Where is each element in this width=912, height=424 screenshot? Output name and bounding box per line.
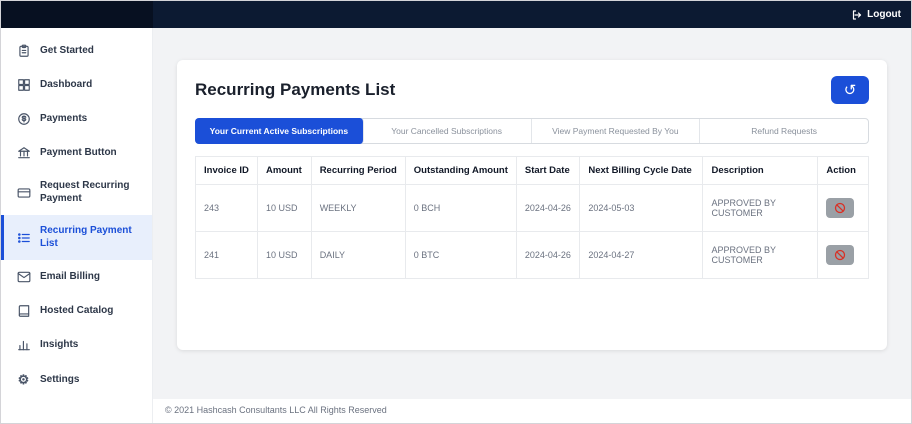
tab-refund-requests[interactable]: Refund Requests xyxy=(700,119,868,143)
table-row: 243 10 USD WEEKLY 0 BCH 2024-04-26 2024-… xyxy=(195,184,869,232)
recurring-payments-card: Recurring Payments List ↺ Your Current A… xyxy=(177,60,887,350)
copyright-text: © 2021 Hashcash Consultants LLC All Righ… xyxy=(153,399,911,423)
sidebar-item-recurring-payment-list[interactable]: Recurring Payment List xyxy=(1,215,152,260)
table-row: 241 10 USD DAILY 0 BTC 2024-04-26 2024-0… xyxy=(195,231,869,279)
cancel-subscription-button[interactable] xyxy=(826,245,855,265)
column-header-recurring-period: Recurring Period xyxy=(310,156,406,185)
subscription-tabs: Your Current Active Subscriptions Your C… xyxy=(195,118,869,144)
column-header-outstanding-amount: Outstanding Amount xyxy=(404,156,517,185)
column-header-amount: Amount xyxy=(256,156,312,185)
envelope-icon xyxy=(16,270,31,284)
cell-description: APPROVED BY CUSTOMER xyxy=(702,184,819,232)
card-header: Recurring Payments List ↺ xyxy=(195,76,869,104)
cell-outstanding-amount: 0 BCH xyxy=(404,184,517,232)
logout-label: Logout xyxy=(867,9,901,20)
refresh-button[interactable]: ↺ xyxy=(831,76,869,104)
sidebar-item-label: Hosted Catalog xyxy=(40,304,114,316)
cell-recurring-period: WEEKLY xyxy=(310,184,406,232)
tab-cancelled-subscriptions[interactable]: Your Cancelled Subscriptions xyxy=(363,119,532,143)
refresh-icon: ↺ xyxy=(843,81,857,99)
sidebar-item-label: Insights xyxy=(40,338,79,350)
app-window: Logout Get Started Dashboard Payments Pa… xyxy=(0,0,912,424)
sidebar-item-dashboard[interactable]: Dashboard xyxy=(1,68,152,102)
bar-chart-icon xyxy=(16,338,31,352)
list-icon xyxy=(16,231,31,245)
top-bar: Logout xyxy=(1,1,911,28)
grid-icon xyxy=(16,78,31,92)
sidebar-item-hosted-catalog[interactable]: Hosted Catalog xyxy=(1,294,152,328)
sidebar: Get Started Dashboard Payments Payment B… xyxy=(1,28,153,423)
cell-outstanding-amount: 0 BTC xyxy=(404,231,517,279)
ban-icon xyxy=(835,202,846,214)
sidebar-item-label: Dashboard xyxy=(40,78,93,90)
sidebar-item-label: Payments xyxy=(40,112,88,124)
gear-icon: ⚙ xyxy=(17,372,30,387)
cell-start-date: 2024-04-26 xyxy=(515,231,581,279)
sidebar-item-payments[interactable]: Payments xyxy=(1,102,152,136)
tab-payment-requested-by-you[interactable]: View Payment Requested By You xyxy=(532,119,701,143)
cell-action xyxy=(817,231,869,279)
cancel-subscription-button[interactable] xyxy=(826,198,855,218)
app-body: Get Started Dashboard Payments Payment B… xyxy=(1,28,911,423)
column-header-action: Action xyxy=(817,156,869,185)
main-content: Recurring Payments List ↺ Your Current A… xyxy=(153,28,911,423)
sidebar-item-insights[interactable]: Insights xyxy=(1,328,152,362)
card-icon xyxy=(16,186,31,200)
sidebar-item-label: Payment Button xyxy=(40,146,117,158)
cell-next-billing-cycle-date: 2024-04-27 xyxy=(579,231,704,279)
sidebar-item-get-started[interactable]: Get Started xyxy=(1,34,152,68)
sidebar-item-label: Email Billing xyxy=(40,270,101,282)
brand-logo-area xyxy=(1,1,153,28)
tab-current-active-subscriptions[interactable]: Your Current Active Subscriptions xyxy=(195,118,364,144)
book-icon xyxy=(16,304,31,318)
cell-amount: 10 USD xyxy=(256,231,312,279)
sidebar-item-label: Recurring Payment List xyxy=(40,225,132,249)
clipboard-icon xyxy=(16,44,31,58)
cell-action xyxy=(817,184,869,232)
column-header-invoice-id: Invoice ID xyxy=(195,156,258,185)
sidebar-item-label: Request Recurring Payment xyxy=(40,180,130,204)
ban-icon xyxy=(835,249,846,261)
cell-amount: 10 USD xyxy=(256,184,312,232)
logout-icon xyxy=(853,9,862,20)
sidebar-item-payment-button[interactable]: Payment Button xyxy=(1,136,152,170)
sidebar-item-request-recurring-payment[interactable]: Request Recurring Payment xyxy=(1,170,152,215)
column-header-description: Description xyxy=(702,156,819,185)
recurring-payments-table: Invoice ID Amount Recurring Period Outst… xyxy=(195,156,869,279)
cell-invoice-id: 243 xyxy=(195,184,258,232)
logout-button[interactable]: Logout xyxy=(851,9,911,21)
bank-icon xyxy=(16,146,31,160)
cell-start-date: 2024-04-26 xyxy=(515,184,581,232)
cell-next-billing-cycle-date: 2024-05-03 xyxy=(579,184,704,232)
cell-description: APPROVED BY CUSTOMER xyxy=(702,231,819,279)
cell-invoice-id: 241 xyxy=(195,231,258,279)
sidebar-item-email-billing[interactable]: Email Billing xyxy=(1,260,152,294)
sidebar-item-settings[interactable]: ⚙ Settings xyxy=(1,362,152,398)
column-header-start-date: Start Date xyxy=(515,156,581,185)
page-title: Recurring Payments List xyxy=(195,80,396,99)
cell-recurring-period: DAILY xyxy=(310,231,406,279)
dollar-circle-icon xyxy=(16,112,31,126)
sidebar-item-label: Get Started xyxy=(40,44,94,56)
column-header-next-billing-cycle-date: Next Billing Cycle Date xyxy=(579,156,704,185)
table-header-row: Invoice ID Amount Recurring Period Outst… xyxy=(195,156,869,185)
sidebar-item-label: Settings xyxy=(40,373,80,385)
